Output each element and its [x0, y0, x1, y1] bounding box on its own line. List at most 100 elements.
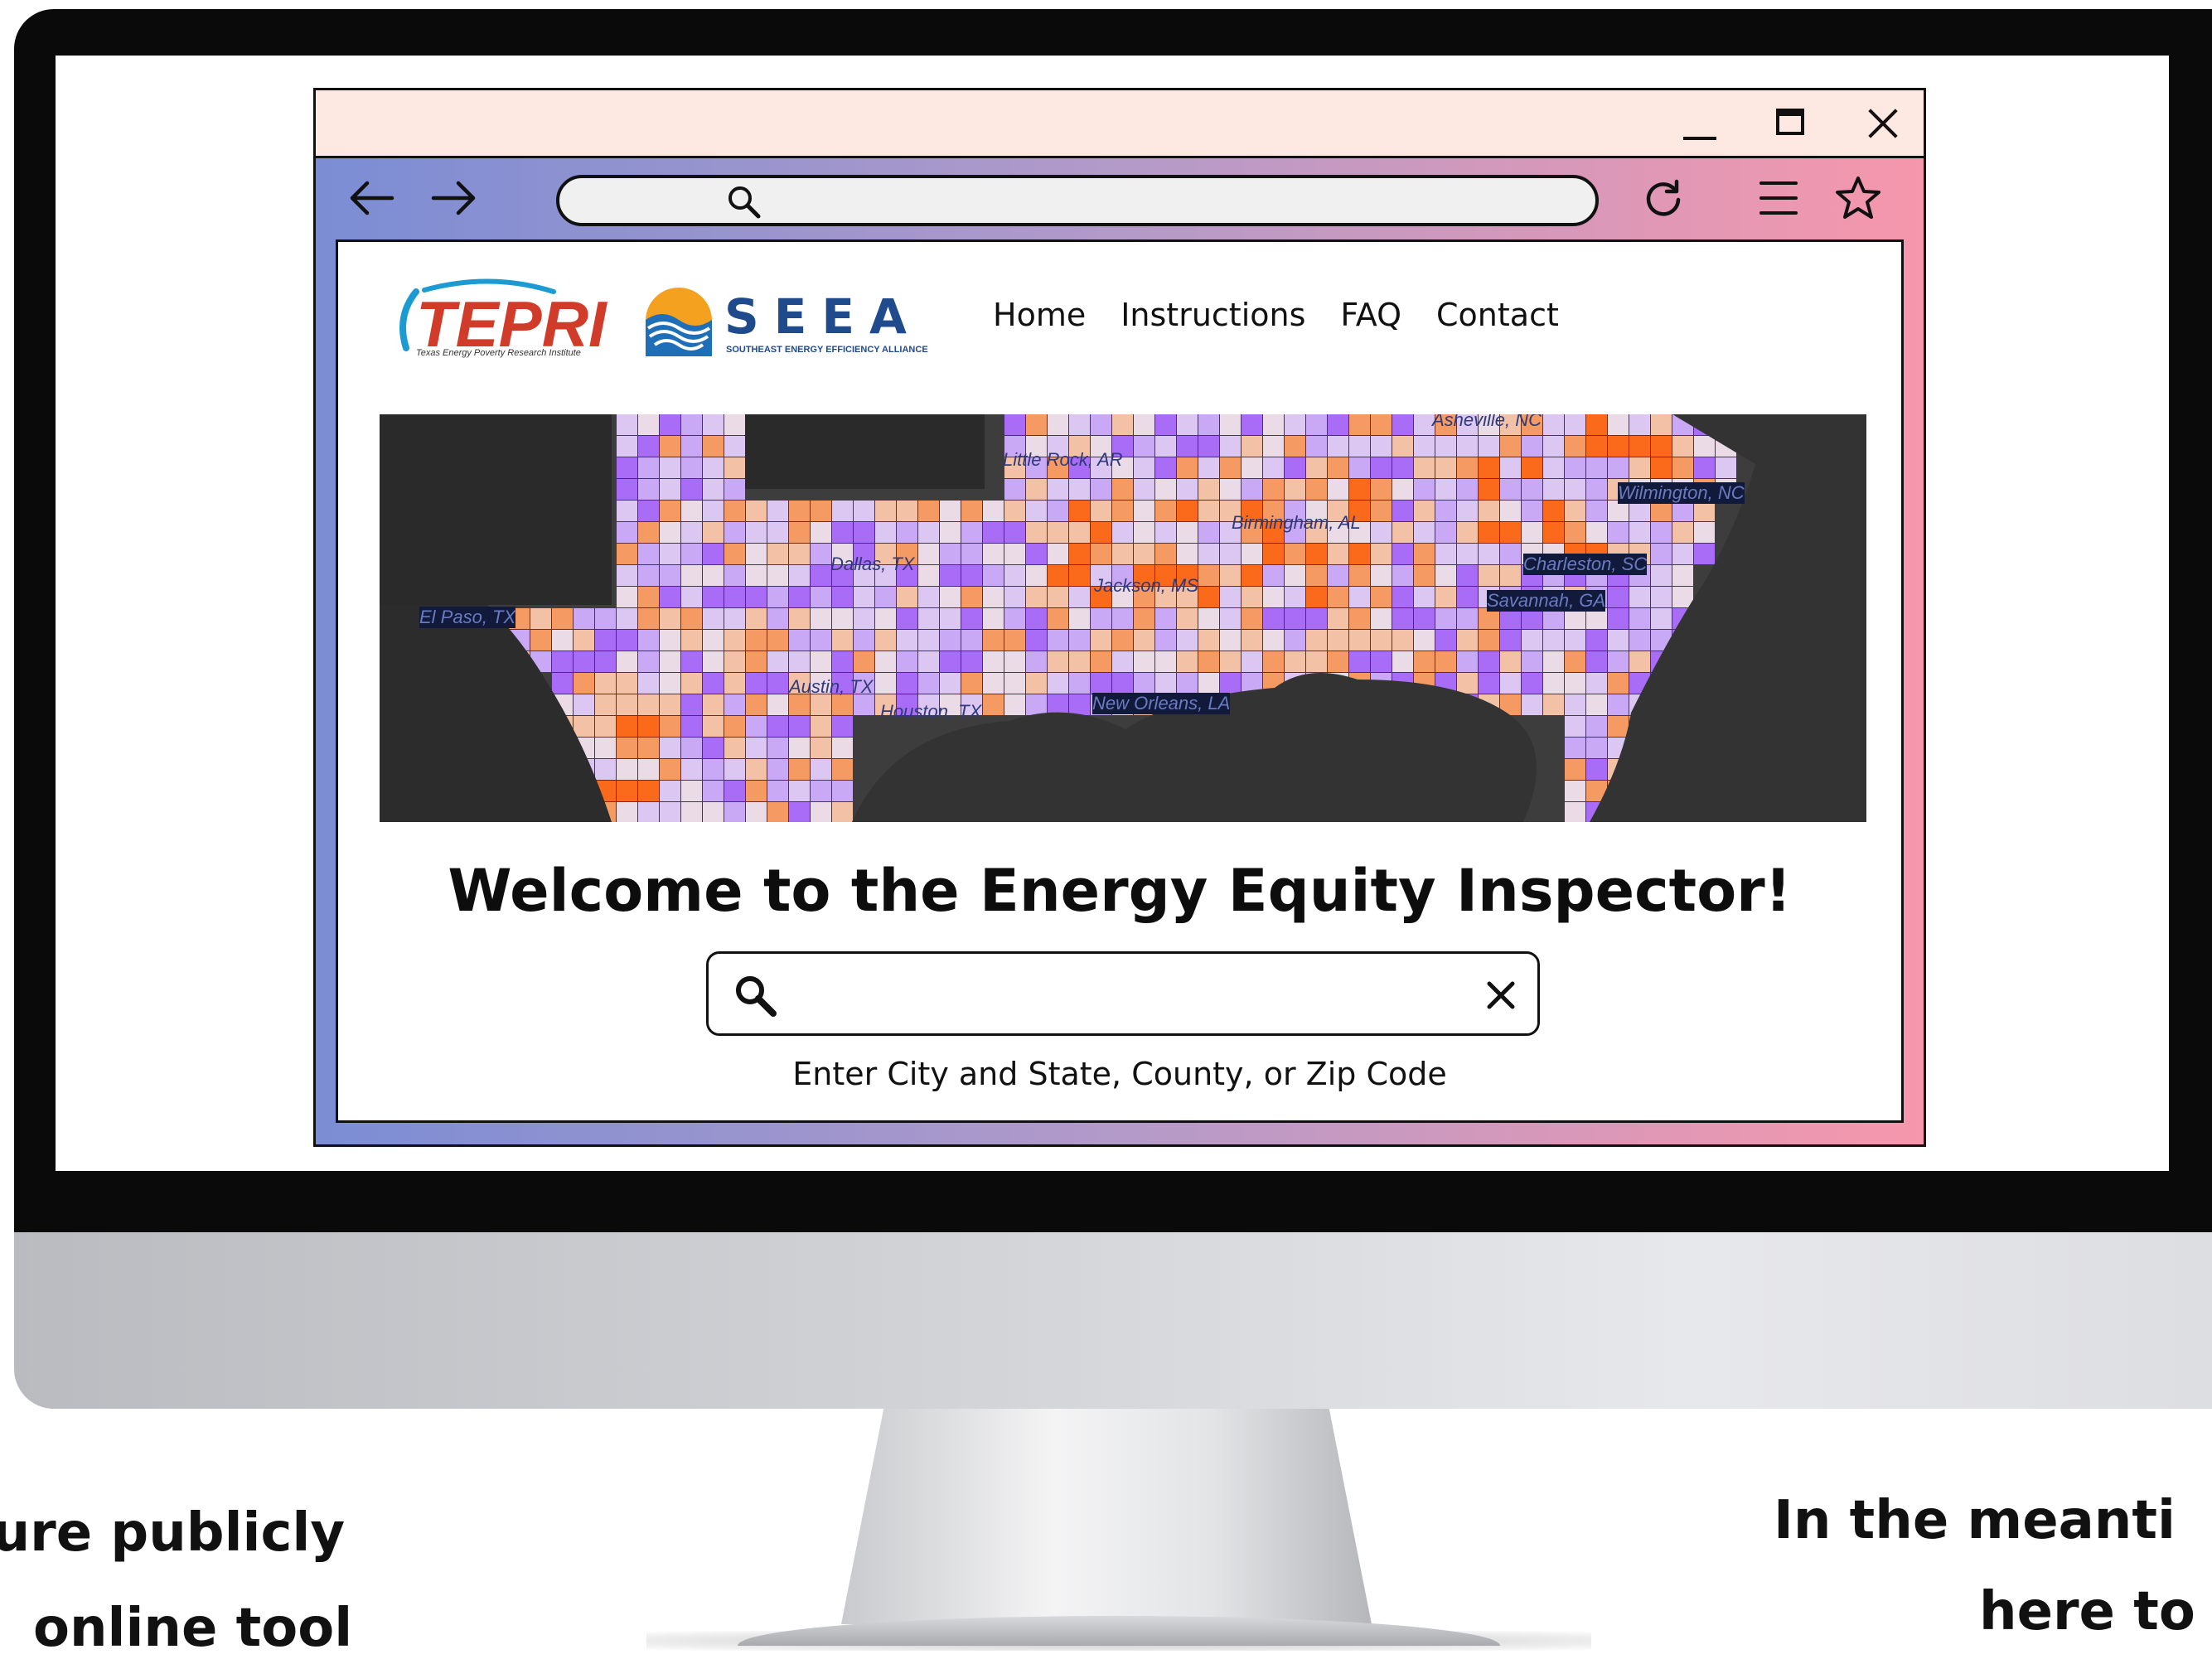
county-cell [1414, 522, 1435, 543]
seea-subtitle: SOUTHEAST ENERGY EFFICIENCY ALLIANCE [726, 345, 928, 355]
county-cell [1522, 522, 1542, 543]
county-cell [1004, 694, 1025, 715]
county-cell [746, 802, 767, 822]
county-cell [1048, 694, 1068, 715]
county-cell [1112, 414, 1133, 435]
county-cell [703, 501, 724, 521]
county-cell [1026, 479, 1047, 500]
county-cell [1242, 565, 1262, 586]
county-cell [1198, 501, 1219, 521]
county-cell [638, 716, 659, 737]
county-cell [1155, 651, 1176, 672]
county-cell [811, 651, 831, 672]
county-cell [897, 587, 917, 607]
county-cell [1134, 651, 1154, 672]
county-cell [1112, 651, 1133, 672]
county-cell [724, 501, 745, 521]
county-cell [1651, 544, 1672, 564]
seea-logo[interactable]: SEEA SOUTHEAST ENERGY EFFICIENCY ALLIANC… [643, 280, 930, 360]
county-cell [983, 544, 1004, 564]
county-cell [660, 759, 680, 780]
county-cell [1328, 414, 1348, 435]
county-cell [918, 608, 939, 629]
star-icon[interactable] [1832, 175, 1884, 221]
county-cell [918, 565, 939, 586]
location-search[interactable] [706, 951, 1540, 1036]
county-cell [1608, 414, 1629, 435]
county-cell [1263, 414, 1284, 435]
menu-icon[interactable] [1753, 175, 1804, 221]
county-cell [789, 565, 810, 586]
address-bar[interactable] [556, 175, 1599, 226]
county-cell [918, 673, 939, 694]
county-cell [638, 694, 659, 715]
county-cell [854, 501, 874, 521]
county-cell [1414, 651, 1435, 672]
county-cell [1651, 436, 1672, 457]
county-cell [660, 565, 680, 586]
close-icon[interactable] [1484, 979, 1517, 1012]
county-cell [1134, 630, 1154, 651]
county-cell [1500, 436, 1521, 457]
county-cell [1565, 522, 1585, 543]
county-cell [638, 522, 659, 543]
county-cell [1048, 544, 1068, 564]
county-cell [703, 608, 724, 629]
county-cell [1069, 544, 1090, 564]
energy-map[interactable]: Asheville, NC Little Rock, AR Wilmington… [380, 414, 1866, 822]
county-cell [1565, 479, 1585, 500]
county-cell [1091, 630, 1111, 651]
county-cell [1026, 608, 1047, 629]
county-cell [1198, 414, 1219, 435]
county-cell [595, 716, 616, 737]
county-cell [1543, 436, 1564, 457]
arrow-right-icon[interactable] [428, 175, 480, 221]
county-cell [1522, 630, 1542, 651]
county-cell [811, 544, 831, 564]
tepri-logo[interactable]: TEPRI Texas Energy Poverty Research Inst… [391, 275, 610, 365]
nav-contact[interactable]: Contact [1436, 297, 1559, 333]
county-cell [617, 522, 637, 543]
county-cell [1177, 630, 1198, 651]
county-cell [617, 565, 637, 586]
county-cell [660, 738, 680, 758]
county-cell [1285, 565, 1305, 586]
county-cell [983, 565, 1004, 586]
county-cell [1716, 457, 1736, 478]
county-cell [1371, 457, 1392, 478]
county-cell [1091, 414, 1111, 435]
county-cell [1198, 651, 1219, 672]
county-cell [1177, 608, 1198, 629]
county-cell [940, 544, 961, 564]
county-cell [1672, 436, 1693, 457]
close-icon[interactable] [1859, 99, 1909, 148]
county-cell [1285, 457, 1305, 478]
county-cell [832, 522, 853, 543]
county-cell [811, 630, 831, 651]
county-cell [832, 716, 853, 737]
county-cell [1349, 544, 1370, 564]
county-cell [724, 544, 745, 564]
county-cell [811, 802, 831, 822]
nav-instructions[interactable]: Instructions [1121, 297, 1305, 333]
minimize-icon[interactable] [1675, 99, 1725, 148]
county-cell [983, 522, 1004, 543]
search-hint: Enter City and State, County, or Zip Cod… [792, 1056, 1447, 1092]
maximize-icon[interactable] [1766, 99, 1816, 148]
county-cell [767, 587, 788, 607]
county-cell [660, 608, 680, 629]
nav-home[interactable]: Home [993, 297, 1086, 333]
reload-icon[interactable] [1638, 175, 1690, 221]
caption-left-line1: ture publicly [0, 1502, 346, 1564]
county-cell [940, 565, 961, 586]
county-cell [638, 479, 659, 500]
county-cell [1328, 457, 1348, 478]
arrow-left-icon[interactable] [346, 175, 397, 221]
county-cell [1543, 414, 1564, 435]
county-cell [1155, 522, 1176, 543]
nav-faq[interactable]: FAQ [1340, 297, 1401, 333]
county-cell [1371, 587, 1392, 607]
search-input[interactable] [791, 964, 1441, 1025]
county-cell [1608, 630, 1629, 651]
county-cell [617, 759, 637, 780]
